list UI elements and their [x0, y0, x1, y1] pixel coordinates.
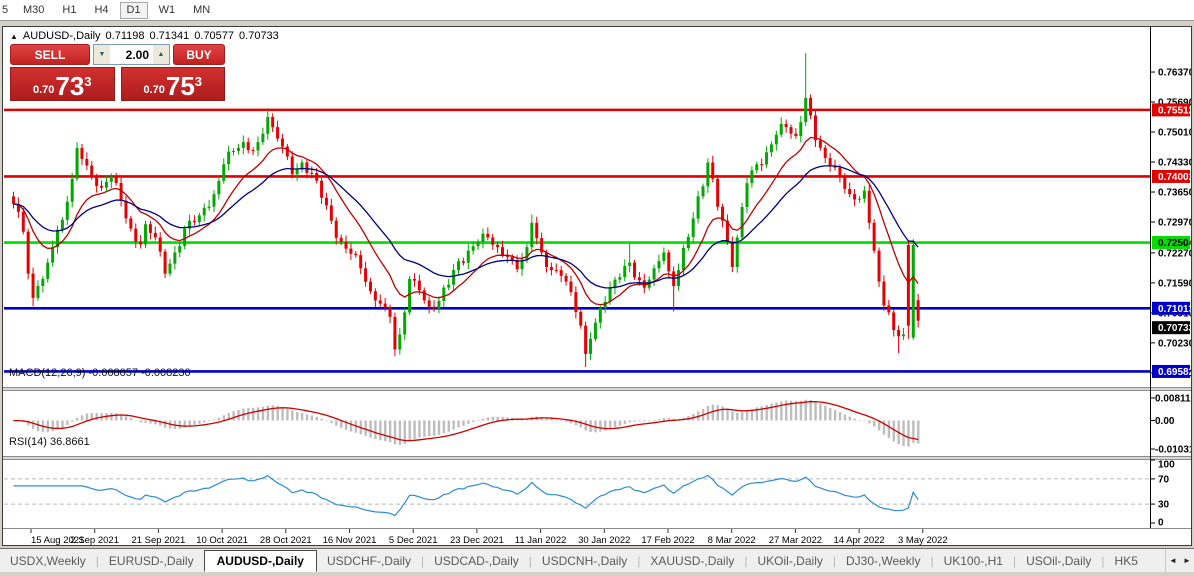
ohlc-close: 0.70733	[239, 30, 279, 42]
svg-text:27 Mar 2022: 27 Mar 2022	[769, 535, 822, 545]
timeframe-button-w1[interactable]: W1	[152, 2, 183, 19]
tab-usdcad-daily[interactable]: USDCAD-,Daily	[424, 551, 529, 571]
chart-window: ▲ AUDUSD-,Daily 0.71198 0.71341 0.70577 …	[2, 26, 1192, 546]
svg-text:0.74330: 0.74330	[1158, 158, 1191, 169]
svg-text:0.73650: 0.73650	[1158, 188, 1191, 199]
rsi-name: RSI(14)	[9, 436, 47, 448]
chart-symbol-label: AUDUSD-,Daily	[23, 30, 101, 42]
sell-pips: 73	[55, 73, 84, 99]
tab-audusd-daily[interactable]: AUDUSD-,Daily	[204, 550, 317, 572]
buy-pipette: 3	[195, 74, 202, 89]
price-line-label: 0.71013	[1152, 302, 1191, 315]
buy-pips: 75	[166, 73, 195, 99]
sell-big-figure: 0.70	[33, 84, 54, 96]
svg-text:0.74002: 0.74002	[1158, 172, 1191, 183]
svg-text:0.75512: 0.75512	[1158, 105, 1191, 116]
macd-indicator-label: MACD(12,26,9) -0.008057 -0.008230	[9, 367, 191, 379]
ohlc-open: 0.71198	[106, 30, 145, 42]
svg-text:0: 0	[1158, 518, 1164, 529]
tab-usoil-daily[interactable]: USOil-,Daily	[1016, 551, 1101, 571]
timeframe-toolbar: 5 M30 H1 H4 D1 W1 MN	[0, 0, 1194, 21]
svg-text:17 Feb 2022: 17 Feb 2022	[641, 535, 694, 545]
svg-text:16 Nov 2021: 16 Nov 2021	[323, 535, 377, 545]
volume-input[interactable]: 2.00	[110, 45, 153, 64]
svg-text:0.72504: 0.72504	[1158, 238, 1191, 249]
macd-main-value: -0.008057	[88, 367, 138, 379]
chart-canvas[interactable]: 0.763700.756900.750100.743300.736500.729…	[3, 27, 1191, 545]
svg-text:21 Sep 2021: 21 Sep 2021	[131, 535, 185, 545]
collapse-panel-icon[interactable]: ▲	[10, 32, 18, 41]
svg-text:100: 100	[1158, 460, 1175, 471]
tab-hk50[interactable]: HK5	[1105, 551, 1148, 571]
buy-price-display[interactable]: 0.70 75 3	[121, 67, 226, 101]
ohlc-low: 0.70577	[194, 30, 234, 42]
rsi-value: 36.8661	[50, 436, 90, 448]
tab-scroll-left-icon[interactable]: ◄	[1166, 556, 1180, 565]
svg-text:14 Apr 2022: 14 Apr 2022	[833, 535, 884, 545]
sell-button[interactable]: SELL	[10, 44, 90, 65]
svg-text:0.70733: 0.70733	[1158, 323, 1191, 334]
volume-spinner: ▼ 2.00 ▲	[93, 44, 170, 65]
svg-text:0.75010: 0.75010	[1158, 128, 1191, 139]
window-bottom-edge	[0, 572, 1194, 576]
one-click-trade-panel: SELL ▼ 2.00 ▲ BUY 0.70 73 3 0.70 75 3	[10, 44, 225, 101]
svg-text:0.76370: 0.76370	[1158, 68, 1191, 79]
rsi-indicator-label: RSI(14) 36.8661	[9, 436, 90, 448]
svg-text:30: 30	[1158, 500, 1170, 511]
svg-text:8 Mar 2022: 8 Mar 2022	[708, 535, 756, 545]
price-line-label: 0.75512	[1152, 103, 1191, 116]
tab-scroll-right-icon[interactable]: ►	[1180, 556, 1194, 565]
macd-name: MACD(12,26,9)	[9, 367, 85, 379]
svg-text:3 May 2022: 3 May 2022	[898, 535, 948, 545]
price-line-label: 0.74002	[1152, 170, 1191, 183]
macd-signal-value: -0.008230	[141, 367, 191, 379]
price-line-label: 0.69582	[1152, 365, 1191, 378]
svg-text:28 Oct 2021: 28 Oct 2021	[260, 535, 312, 545]
timeframe-button-m30[interactable]: M30	[16, 2, 51, 19]
sell-price-display[interactable]: 0.70 73 3	[10, 67, 115, 101]
svg-text:70: 70	[1158, 474, 1170, 485]
svg-text:0.00: 0.00	[1155, 416, 1175, 427]
timeframe-button-m5[interactable]: 5	[0, 2, 12, 19]
current-price-label: 0.70733	[1152, 321, 1191, 334]
tab-usdchf-daily[interactable]: USDCHF-,Daily	[317, 551, 421, 571]
ohlc-high: 0.71341	[150, 30, 190, 42]
svg-text:-0.010311: -0.010311	[1155, 445, 1191, 456]
timeframe-button-h1[interactable]: H1	[55, 2, 83, 19]
tab-usdcnh-daily[interactable]: USDCNH-,Daily	[532, 551, 637, 571]
timeframe-button-d1[interactable]: D1	[120, 2, 148, 19]
chart-title: ▲ AUDUSD-,Daily 0.71198 0.71341 0.70577 …	[10, 30, 279, 42]
tab-dj30-weekly[interactable]: DJ30-,Weekly	[836, 551, 930, 571]
svg-text:23 Dec 2021: 23 Dec 2021	[450, 535, 504, 545]
timeframe-button-h4[interactable]: H4	[87, 2, 115, 19]
svg-text:0.70230: 0.70230	[1158, 338, 1191, 349]
svg-text:0.69582: 0.69582	[1158, 367, 1191, 378]
buy-button[interactable]: BUY	[173, 44, 225, 65]
volume-increase-icon[interactable]: ▲	[153, 45, 169, 64]
svg-text:0.71590: 0.71590	[1158, 278, 1191, 289]
buy-big-figure: 0.70	[143, 84, 164, 96]
tab-scroll-buttons: ◄ ►	[1165, 549, 1194, 572]
svg-text:11 Jan 2022: 11 Jan 2022	[515, 535, 567, 545]
svg-text:0.71013: 0.71013	[1158, 304, 1191, 315]
volume-decrease-icon[interactable]: ▼	[94, 45, 110, 64]
tab-eurusd-daily[interactable]: EURUSD-,Daily	[99, 551, 204, 571]
svg-text:0.72970: 0.72970	[1158, 218, 1191, 229]
tab-usdx-weekly[interactable]: USDX,Weekly	[0, 551, 96, 571]
tab-uk100-h1[interactable]: UK100-,H1	[934, 551, 1013, 571]
svg-text:10 Oct 2021: 10 Oct 2021	[196, 535, 248, 545]
svg-text:5 Dec 2021: 5 Dec 2021	[389, 535, 438, 545]
chart-tab-bar: USDX,Weekly | EURUSD-,Daily AUDUSD-,Dail…	[0, 548, 1194, 572]
sell-pipette: 3	[84, 74, 91, 89]
timeframe-button-mn[interactable]: MN	[186, 2, 217, 19]
svg-text:30 Jan 2022: 30 Jan 2022	[578, 535, 630, 545]
svg-text:0.72270: 0.72270	[1158, 248, 1191, 259]
tab-xauusd-daily[interactable]: XAUUSD-,Daily	[640, 551, 744, 571]
price-line-label: 0.72504	[1152, 236, 1191, 249]
tab-ukoil-daily[interactable]: UKOil-,Daily	[748, 551, 833, 571]
svg-text:0.00811: 0.00811	[1155, 394, 1191, 405]
svg-text:2 Sep 2021: 2 Sep 2021	[70, 535, 119, 545]
